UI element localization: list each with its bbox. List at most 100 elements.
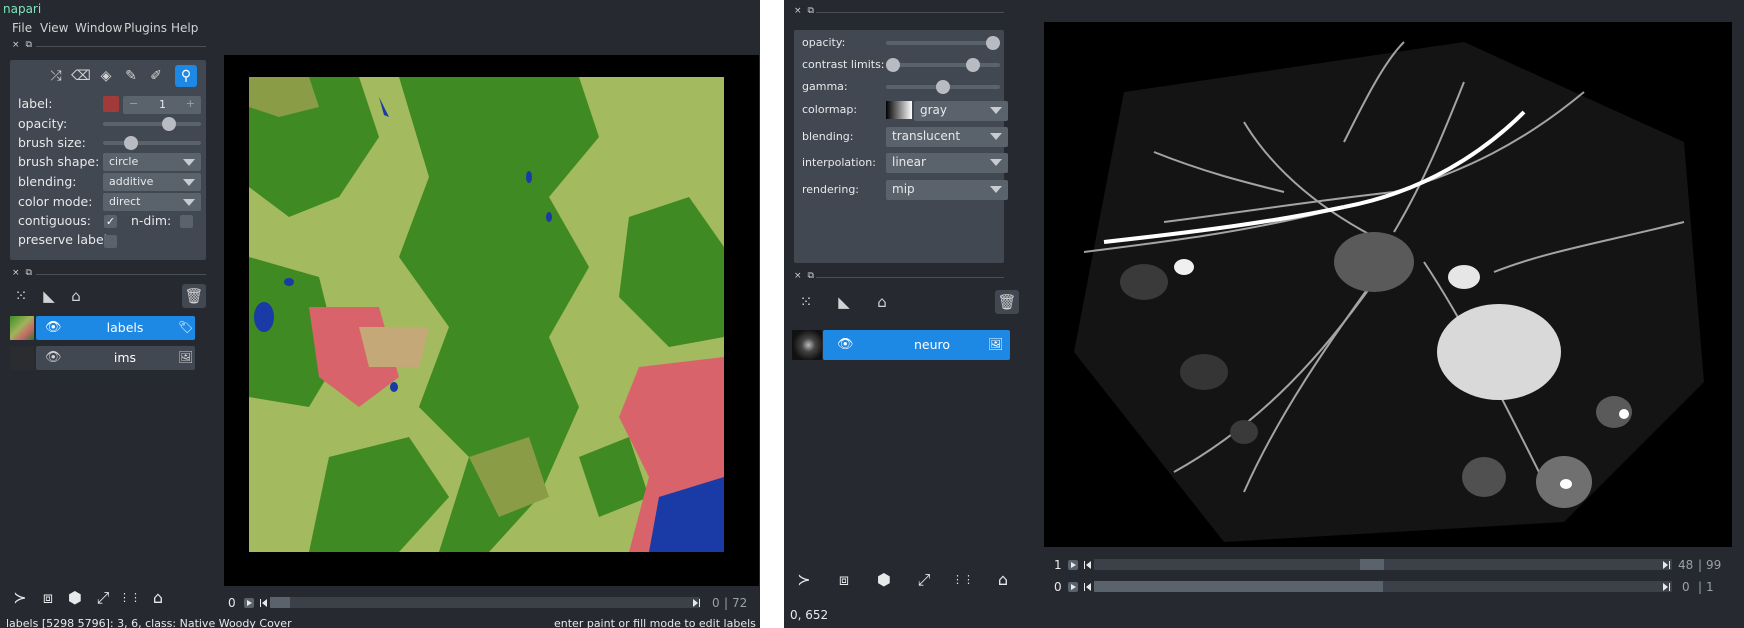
layer-controls-panel: ⤮ ⌫ ◈ ✎ ✐ ⚲ label: − 1 + opacity: brush … — [10, 60, 206, 260]
float-icon[interactable]: ⧉ — [808, 271, 814, 281]
color-picker-icon[interactable]: ✐ — [145, 65, 167, 87]
home-icon[interactable]: ⌂ — [146, 586, 170, 610]
new-shapes-icon[interactable]: ◣ — [832, 290, 856, 314]
contiguous-checkbox[interactable]: ✓ — [104, 215, 117, 228]
new-points-icon[interactable]: ⁙ — [794, 290, 818, 314]
layer-item-labels[interactable]: 👁 labels 🏷 — [10, 316, 195, 340]
skip-forward-icon[interactable] — [1662, 560, 1672, 570]
skip-forward-icon[interactable] — [692, 598, 702, 608]
skip-back-icon[interactable] — [1082, 582, 1092, 592]
new-shapes-icon[interactable]: ◣ — [37, 284, 61, 308]
opacity-slider-handle[interactable] — [161, 117, 176, 131]
brush-shape-select[interactable]: circle — [103, 153, 201, 171]
layer-item-ims[interactable]: 👁 ims 🖼 — [10, 346, 195, 370]
skip-back-icon[interactable] — [258, 598, 268, 608]
grid-icon[interactable]: ⋮⋮ — [118, 586, 142, 610]
new-points-icon[interactable]: ⁙ — [9, 284, 33, 308]
skip-back-icon[interactable] — [1082, 560, 1092, 570]
menu-file[interactable]: File — [12, 21, 32, 35]
layer-name[interactable]: labels — [70, 320, 180, 335]
opacity-slider-handle[interactable] — [986, 36, 1000, 50]
dims-slider-track[interactable] — [270, 597, 700, 608]
grid-icon[interactable]: ⋮⋮ — [951, 568, 975, 592]
paint-brush-icon[interactable]: ✎ — [120, 65, 142, 87]
play-icon[interactable] — [244, 598, 254, 608]
layer-name[interactable]: neuro — [872, 337, 992, 352]
axis-index: 1 — [1054, 558, 1062, 572]
shuffle-icon[interactable]: ⤮ — [45, 65, 67, 87]
gamma-slider-handle[interactable] — [936, 80, 950, 94]
console-icon[interactable]: ≻ — [8, 586, 32, 610]
play-icon[interactable] — [1068, 582, 1078, 592]
gamma-label: gamma: — [802, 80, 848, 93]
contrast-low-handle[interactable] — [886, 58, 900, 72]
decrement-icon[interactable]: − — [129, 97, 138, 110]
colormap-select[interactable]: gray — [914, 101, 1008, 121]
ndisplay-icon[interactable]: ⧈ — [36, 586, 60, 610]
preserve-label-checkbox[interactable] — [104, 235, 117, 248]
napari-window-left: napari File View Window Plugins Help × ⧉ … — [0, 0, 760, 628]
ndim-checkbox[interactable] — [180, 215, 193, 228]
menu-help[interactable]: Help — [171, 21, 198, 35]
contrast-limits-slider[interactable] — [886, 63, 1000, 67]
skip-forward-icon[interactable] — [1662, 582, 1672, 592]
float-icon[interactable]: ⧉ — [808, 6, 814, 16]
viewer-canvas[interactable] — [224, 55, 759, 586]
close-icon[interactable]: × — [12, 268, 20, 278]
transpose-icon[interactable]: ⤢ — [91, 586, 115, 610]
max-frame: 99 — [1706, 558, 1722, 572]
colormap-label: colormap: — [802, 103, 858, 116]
interpolation-select[interactable]: linear — [886, 153, 1008, 173]
color-mode-label: color mode: — [18, 194, 93, 209]
menu-plugins[interactable]: Plugins — [124, 21, 167, 35]
ndisplay-icon[interactable]: ⧈ — [832, 568, 856, 592]
float-icon[interactable]: ⧉ — [26, 268, 32, 278]
delete-layer-icon[interactable]: 🗑 — [995, 290, 1019, 314]
roll-dims-icon[interactable]: ⬢ — [63, 586, 87, 610]
label-color-swatch[interactable] — [103, 96, 119, 112]
new-labels-icon[interactable]: ⌂ — [870, 290, 894, 314]
zoom-icon[interactable]: ⚲ — [175, 65, 197, 87]
blending-select[interactable]: additive — [103, 173, 201, 191]
visibility-eye-icon[interactable]: 👁 — [837, 337, 854, 352]
home-icon[interactable]: ⌂ — [991, 568, 1015, 592]
new-labels-icon[interactable]: ⌂ — [64, 284, 88, 308]
brush-size-slider[interactable] — [103, 141, 201, 145]
rendering-value: mip — [892, 182, 915, 196]
brush-size-slider-handle[interactable] — [124, 136, 138, 150]
console-icon[interactable]: ≻ — [792, 568, 816, 592]
label-spinbox[interactable]: − 1 + — [123, 96, 201, 114]
blending-select[interactable]: translucent — [886, 127, 1008, 147]
contrast-high-handle[interactable] — [966, 58, 980, 72]
dock-divider — [816, 277, 1004, 278]
close-icon[interactable]: × — [12, 40, 20, 50]
opacity-slider[interactable] — [886, 41, 1000, 45]
layer-name[interactable]: ims — [70, 350, 180, 365]
dims-slider-thumb[interactable] — [270, 597, 290, 608]
current-frame: 48 — [1678, 558, 1694, 572]
visibility-eye-icon[interactable]: 👁 — [45, 350, 62, 365]
increment-icon[interactable]: + — [186, 97, 195, 110]
fill-icon[interactable]: ◈ — [95, 65, 117, 87]
image-icon: 🖼 — [178, 350, 194, 364]
close-icon[interactable]: × — [794, 6, 802, 16]
dims-slider-thumb[interactable] — [1094, 581, 1383, 592]
color-mode-select[interactable]: direct — [103, 193, 201, 211]
chevron-down-icon — [990, 159, 1002, 166]
roll-dims-icon[interactable]: ⬢ — [872, 568, 896, 592]
visibility-eye-icon[interactable]: 👁 — [45, 320, 62, 335]
delete-layer-icon[interactable]: 🗑 — [182, 284, 206, 308]
play-icon[interactable] — [1068, 560, 1078, 570]
menu-window[interactable]: Window — [75, 21, 122, 35]
viewer-canvas[interactable] — [1044, 22, 1732, 547]
float-icon[interactable]: ⧉ — [26, 40, 32, 50]
close-icon[interactable]: × — [794, 271, 802, 281]
interpolation-value: linear — [892, 155, 926, 169]
transpose-icon[interactable]: ⤢ — [912, 568, 936, 592]
dims-slider-thumb[interactable] — [1359, 559, 1384, 570]
eraser-icon[interactable]: ⌫ — [70, 65, 92, 87]
menu-view[interactable]: View — [40, 21, 68, 35]
opacity-slider[interactable] — [103, 122, 201, 126]
rendering-select[interactable]: mip — [886, 180, 1008, 200]
layer-item-neuro[interactable]: 👁 neuro 🖼 — [792, 330, 1010, 360]
